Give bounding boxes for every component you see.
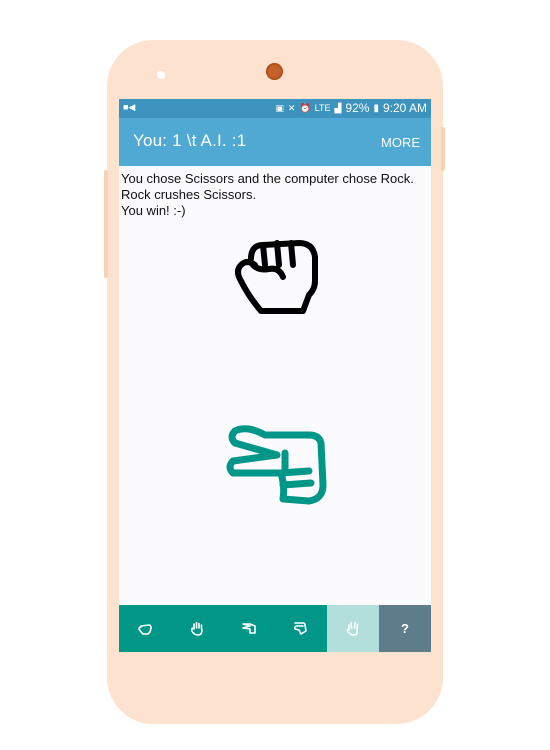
network-type: LTE xyxy=(314,103,331,113)
status-icons: ▣ ✕ ⏰ LTE ▟ 92% ▮ 9:20 AM xyxy=(275,101,427,115)
scissors-hand-icon xyxy=(225,421,329,507)
video-icon: ■◀ xyxy=(123,102,136,112)
volume-button xyxy=(104,170,108,278)
alarm-icon: ⏰ xyxy=(299,102,311,113)
paper-icon xyxy=(190,621,203,636)
tab-scissors[interactable] xyxy=(223,605,275,652)
fist-icon xyxy=(233,237,319,315)
choice-toolbar: ? xyxy=(119,605,431,652)
clock: 9:20 AM xyxy=(382,101,427,115)
front-camera xyxy=(266,63,283,80)
tab-lizard[interactable] xyxy=(275,605,327,652)
score-title: You: 1 \t A.I. :1 xyxy=(133,131,247,150)
battery-icon: ▮ xyxy=(373,102,379,114)
lizard-icon xyxy=(293,622,307,635)
result-line-outcome: You win! :-) xyxy=(121,203,186,218)
scissors-icon xyxy=(242,623,256,634)
nfc-icon: ▣ xyxy=(275,102,284,113)
spock-icon xyxy=(346,621,359,636)
rock-icon xyxy=(138,624,152,635)
more-button[interactable]: MORE xyxy=(381,135,420,150)
tab-paper[interactable] xyxy=(171,605,223,652)
tab-rock[interactable] xyxy=(119,605,171,652)
proximity-sensor xyxy=(157,71,165,79)
app-screen: ■◀ ▣ ✕ ⏰ LTE ▟ 92% ▮ 9:20 AM You: 1 \t A… xyxy=(119,99,431,652)
battery-level: 92% xyxy=(345,101,370,115)
mute-icon: ✕ xyxy=(287,102,296,113)
power-button xyxy=(441,127,445,171)
signal-icon: ▟ xyxy=(334,102,342,113)
result-line-choices: You chose Scissors and the computer chos… xyxy=(121,171,414,186)
help-button[interactable]: ? xyxy=(379,605,431,652)
result-line-rule: Rock crushes Scissors. xyxy=(121,187,257,202)
app-bar: You: 1 \t A.I. :1 MORE xyxy=(119,118,431,166)
result-message: You chose Scissors and the computer chos… xyxy=(121,171,429,219)
status-bar: ■◀ ▣ ✕ ⏰ LTE ▟ 92% ▮ 9:20 AM xyxy=(119,99,431,118)
tab-spock[interactable] xyxy=(327,605,379,652)
